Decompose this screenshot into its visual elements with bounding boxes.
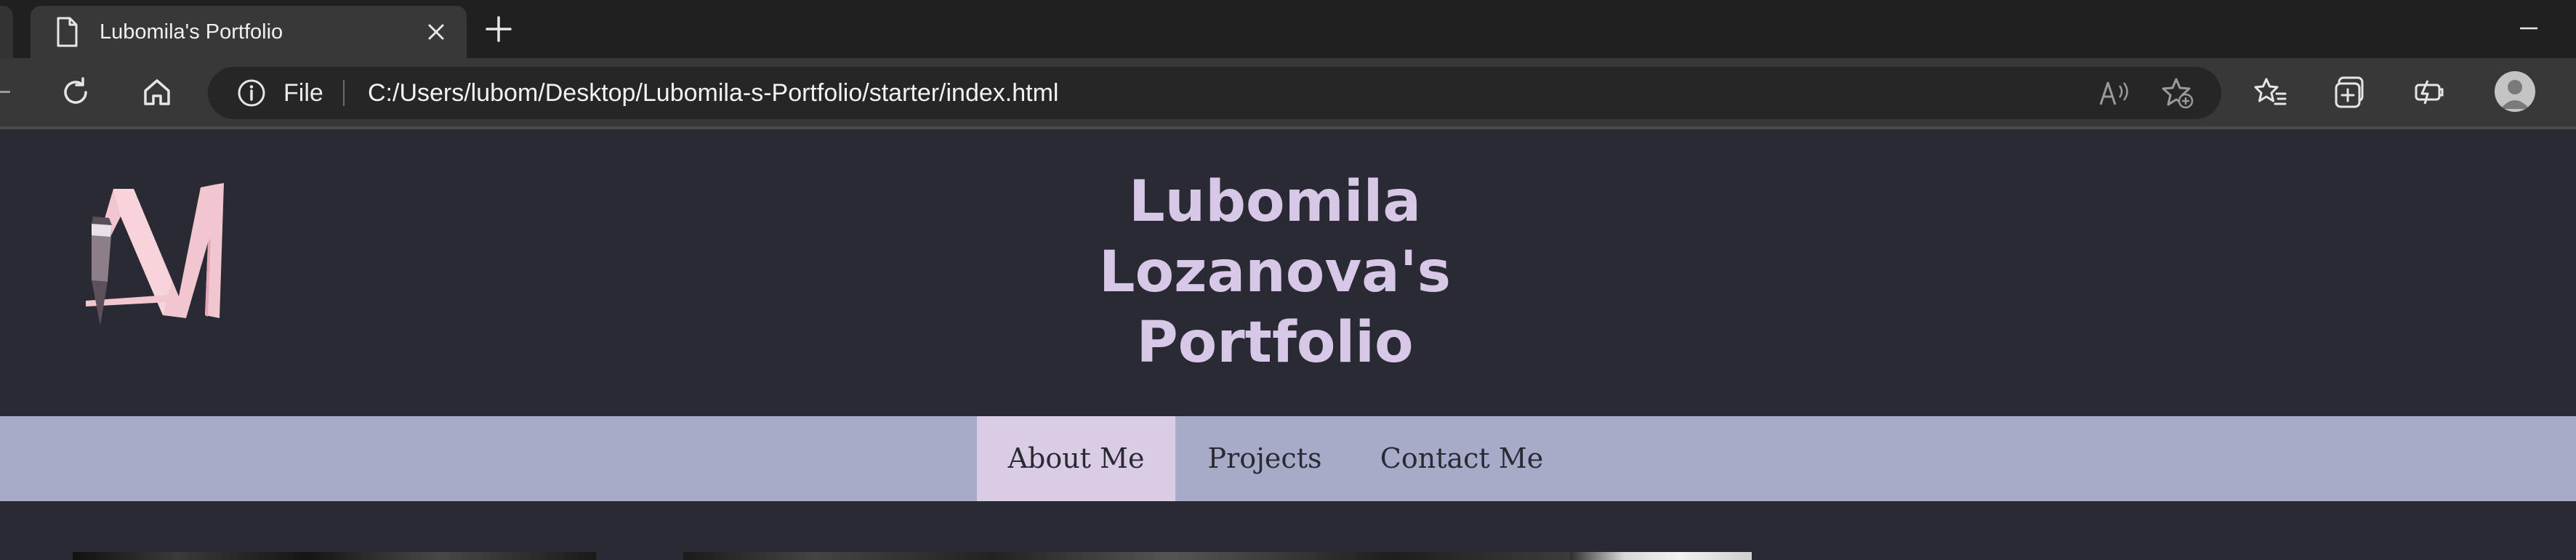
nav-item-projects[interactable]: Projects	[1192, 416, 1337, 501]
lm-monogram-logo[interactable]	[70, 173, 234, 333]
nav-item-contact-me[interactable]: Contact Me	[1369, 416, 1554, 501]
tab-strip: Lubomila's Portfolio	[0, 0, 2576, 58]
page-title: Lubomila Lozanova's Portfolio	[1003, 167, 1547, 378]
performance-icon[interactable]	[2412, 75, 2447, 110]
title-line-3: Portfolio	[1136, 310, 1414, 376]
main-nav: About Me Projects Contact Me	[0, 416, 2576, 501]
tab-title: Lubomila's Portfolio	[100, 20, 283, 44]
refresh-icon[interactable]	[58, 75, 93, 110]
site-info-label[interactable]: File	[283, 67, 323, 119]
content-image-1	[73, 552, 596, 560]
url-text[interactable]: C:/Users/lubom/Desktop/Lubomila-s-Portfo…	[368, 67, 1058, 119]
content-image-2	[683, 552, 1570, 560]
page-content	[0, 501, 2576, 560]
collections-icon[interactable]	[2333, 75, 2368, 110]
nav-item-about-me[interactable]: About Me	[977, 416, 1175, 501]
profile-icon[interactable]	[2495, 71, 2535, 112]
title-line-1: Lubomila	[1128, 169, 1422, 235]
back-icon[interactable]	[0, 91, 10, 93]
title-line-2: Lozanova's	[1098, 240, 1452, 305]
add-favorite-icon[interactable]	[2160, 76, 2195, 110]
home-icon[interactable]	[140, 75, 174, 110]
minimize-icon[interactable]	[2518, 17, 2540, 39]
close-icon[interactable]	[423, 19, 449, 45]
active-tab[interactable]: Lubomila's Portfolio	[31, 6, 467, 58]
site-header: Lubomila Lozanova's Portfolio	[0, 129, 2576, 508]
plus-icon[interactable]	[484, 15, 513, 44]
avatar-silhouette	[2500, 80, 2529, 109]
info-icon[interactable]	[237, 78, 266, 107]
previous-tab-edge[interactable]	[0, 6, 13, 58]
favorites-icon[interactable]	[2253, 75, 2288, 110]
page-icon	[57, 17, 78, 47]
browser-toolbar: File C:/Users/lubom/Desktop/Lubomila-s-P…	[0, 58, 2576, 126]
read-aloud-icon[interactable]	[2098, 77, 2131, 109]
address-bar[interactable]: File C:/Users/lubom/Desktop/Lubomila-s-P…	[208, 67, 2221, 119]
content-image-3	[1570, 552, 1752, 560]
address-separator	[343, 80, 345, 106]
